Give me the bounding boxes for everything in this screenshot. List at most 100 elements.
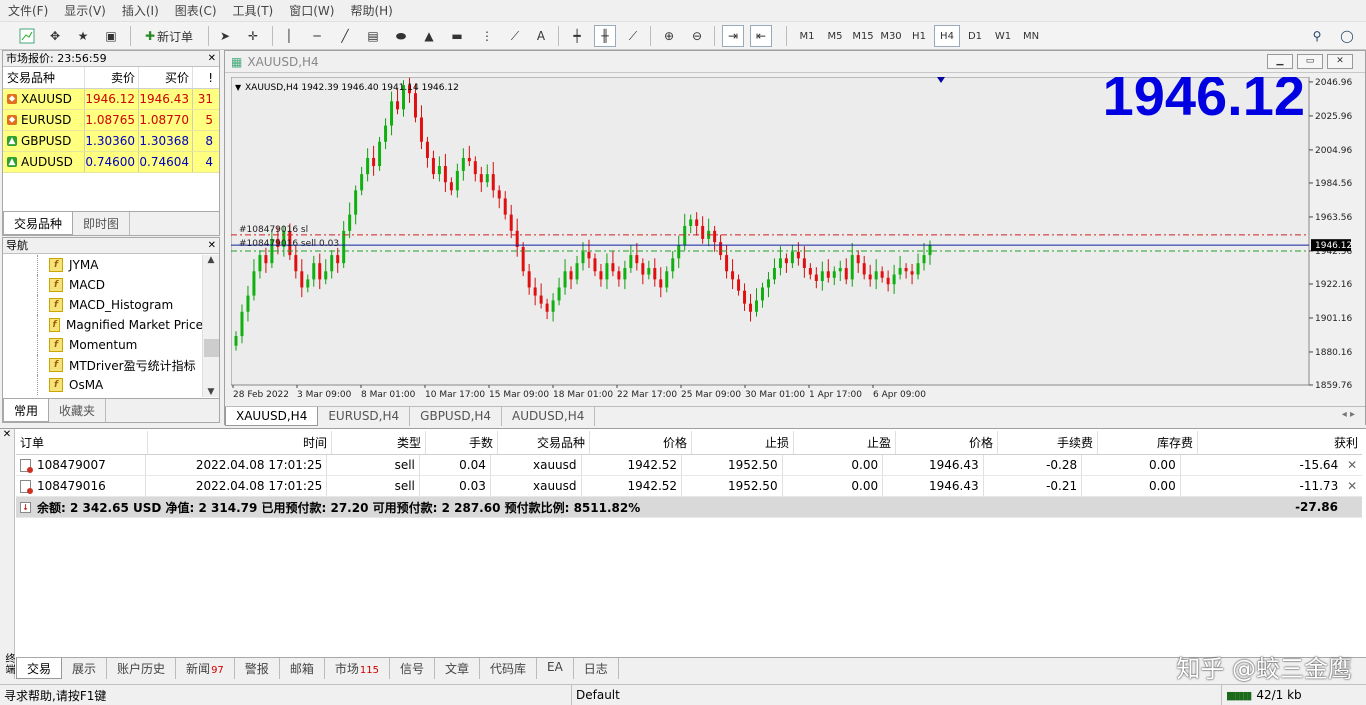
window-icon[interactable]: ▣ — [100, 25, 122, 47]
fibo-icon[interactable]: ⋮ — [476, 25, 498, 47]
ellipse-icon[interactable]: ⬬ — [390, 25, 412, 47]
status-profile[interactable]: Default — [572, 685, 1222, 705]
scroll-down-icon[interactable]: ▼ — [203, 387, 219, 397]
candle-body — [563, 271, 567, 288]
text-tool-icon[interactable]: A — [530, 25, 552, 47]
rectangle-icon[interactable]: ▬ — [446, 25, 468, 47]
menu-window[interactable]: 窗口(W) — [281, 2, 342, 19]
crosshair-icon[interactable]: ✛ — [242, 25, 264, 47]
scroll-up-icon[interactable]: ▲ — [203, 255, 219, 265]
candle-body — [384, 125, 388, 142]
chart-tab-eurusd[interactable]: EURUSD,H4 — [318, 407, 411, 426]
x-tick-label: 10 Mar 17:00 — [425, 390, 485, 400]
crosshair-move-icon[interactable]: ✥ — [44, 25, 66, 47]
close-order-icon[interactable]: ✕ — [1342, 455, 1362, 475]
triangle-icon[interactable]: ▲ — [418, 25, 440, 47]
zoom-out-icon[interactable]: ⊖ — [686, 25, 708, 47]
menu-tools[interactable]: 工具(T) — [225, 2, 282, 19]
chart-tab-xauusd[interactable]: XAUUSD,H4 — [225, 407, 319, 426]
chart-tab-audusd[interactable]: AUDUSD,H4 — [502, 407, 596, 426]
search-icon[interactable]: ⚲ — [1306, 25, 1328, 47]
new-order-button[interactable]: ✚ 新订单 — [138, 25, 200, 47]
zoom-in-icon[interactable]: ⊕ — [658, 25, 680, 47]
tab-signals[interactable]: 信号 — [390, 658, 435, 679]
tab-exposure[interactable]: 展示 — [62, 658, 108, 679]
market-row-eurusd[interactable]: ⬥ EURUSD 1.08765 1.08770 5 — [3, 110, 219, 131]
tab-common[interactable]: 常用 — [3, 399, 50, 422]
sell-order-icon — [20, 479, 33, 494]
menu-file[interactable]: 文件(F) — [0, 2, 56, 19]
scroll-thumb[interactable] — [204, 339, 219, 357]
tab-alerts[interactable]: 警报 — [235, 658, 280, 679]
candle-body — [551, 300, 555, 312]
menu-view[interactable]: 显示(V) — [56, 2, 114, 19]
nav-item[interactable]: f MACD_Histogram — [3, 295, 203, 315]
cursor-icon[interactable]: ➤ — [214, 25, 236, 47]
close-icon[interactable]: ✕ — [208, 51, 216, 67]
market-row-audusd[interactable]: ▲ AUDUSD 0.74600 0.74604 4 — [3, 152, 219, 173]
fibo-fan-icon[interactable]: ⟋ — [504, 25, 526, 47]
nav-item[interactable]: f JYMA — [3, 255, 203, 275]
tab-experts[interactable]: EA — [537, 658, 574, 679]
price-chart[interactable]: #108479016 sl #108479016 sell 0.03 XAUUS… — [231, 77, 1365, 405]
nav-item[interactable]: f Momentum — [3, 335, 203, 355]
tab-account-history[interactable]: 账户历史 — [107, 658, 177, 679]
tab-code-base[interactable]: 代码库 — [480, 658, 537, 679]
tf-d1[interactable]: D1 — [962, 25, 988, 47]
nav-item[interactable]: f OsMA — [3, 375, 203, 395]
collapse-icon[interactable]: ▼ — [235, 83, 242, 92]
tab-news[interactable]: 新闻97 — [176, 658, 235, 679]
trendline-icon[interactable]: ╱ — [334, 25, 356, 47]
tf-w1[interactable]: W1 — [990, 25, 1016, 47]
tf-m15[interactable]: M15 — [850, 25, 876, 47]
favorites-icon[interactable]: ★ — [72, 25, 94, 47]
tab-symbols[interactable]: 交易品种 — [3, 212, 74, 235]
chart-tab-gbpusd[interactable]: GBPUSD,H4 — [410, 407, 503, 426]
candle-body — [587, 251, 591, 259]
chart-shift-icon[interactable]: ⇤ — [750, 25, 772, 47]
market-row-xauusd[interactable]: ⬥ XAUUSD 1946.12 1946.43 31 — [3, 89, 219, 110]
chat-icon[interactable]: ◯ — [1336, 25, 1358, 47]
autoscroll-icon[interactable]: ⇥ — [722, 25, 744, 47]
menu-help[interactable]: 帮助(H) — [342, 2, 400, 19]
tf-h1[interactable]: H1 — [906, 25, 932, 47]
close-icon[interactable]: ✕ — [0, 429, 14, 440]
new-chart-icon[interactable] — [16, 25, 38, 47]
nav-item[interactable]: f MTDriver盈亏统计指标 — [3, 355, 203, 375]
tab-trade[interactable]: 交易 — [16, 658, 63, 679]
horizontal-line-icon[interactable]: ─ — [306, 25, 328, 47]
close-icon[interactable]: ✕ — [208, 238, 216, 254]
tab-mailbox[interactable]: 邮箱 — [280, 658, 325, 679]
candle-body — [521, 246, 525, 272]
table-row[interactable]: 108479016 2022.04.08 17:01:25 sell 0.03 … — [16, 476, 1362, 497]
tf-m1[interactable]: M1 — [794, 25, 820, 47]
tf-h4[interactable]: H4 — [934, 25, 960, 47]
menu-insert[interactable]: 插入(I) — [114, 2, 167, 19]
candle-chart-icon[interactable]: ╫ — [594, 25, 616, 47]
tf-m30[interactable]: M30 — [878, 25, 904, 47]
nav-item[interactable]: f Magnified Market Price — [3, 315, 203, 335]
menu-charts[interactable]: 图表(C) — [167, 2, 225, 19]
maximize-icon[interactable]: ▭ — [1297, 54, 1323, 69]
tab-articles[interactable]: 文章 — [435, 658, 480, 679]
channel-icon[interactable]: ▤ — [362, 25, 384, 47]
tab-tick-chart[interactable]: 即时图 — [73, 212, 131, 235]
tab-market[interactable]: 市场115 — [325, 658, 390, 679]
candle-body — [240, 311, 244, 337]
close-order-icon[interactable]: ✕ — [1342, 476, 1362, 496]
line-chart-icon[interactable]: ⟋ — [622, 25, 644, 47]
bar-chart-icon[interactable]: ┿ — [566, 25, 588, 47]
tab-favorites[interactable]: 收藏夹 — [49, 399, 107, 422]
market-row-gbpusd[interactable]: ▲ GBPUSD 1.30360 1.30368 8 — [3, 131, 219, 152]
tab-journal[interactable]: 日志 — [574, 658, 619, 679]
nav-item[interactable]: f MACD — [3, 275, 203, 295]
table-row[interactable]: 108479007 2022.04.08 17:01:25 sell 0.04 … — [16, 455, 1362, 476]
tab-scroll-icon[interactable]: ◂ ▸ — [1332, 407, 1365, 426]
terminal-side: ✕ 终端 — [0, 429, 15, 679]
vertical-line-icon[interactable]: │ — [278, 25, 300, 47]
minimize-icon[interactable]: ▁ — [1267, 54, 1293, 69]
tf-mn[interactable]: MN — [1018, 25, 1044, 47]
tf-m5[interactable]: M5 — [822, 25, 848, 47]
navigator-scrollbar[interactable]: ▲ ▼ — [202, 255, 219, 397]
close-icon[interactable]: ✕ — [1327, 54, 1353, 69]
